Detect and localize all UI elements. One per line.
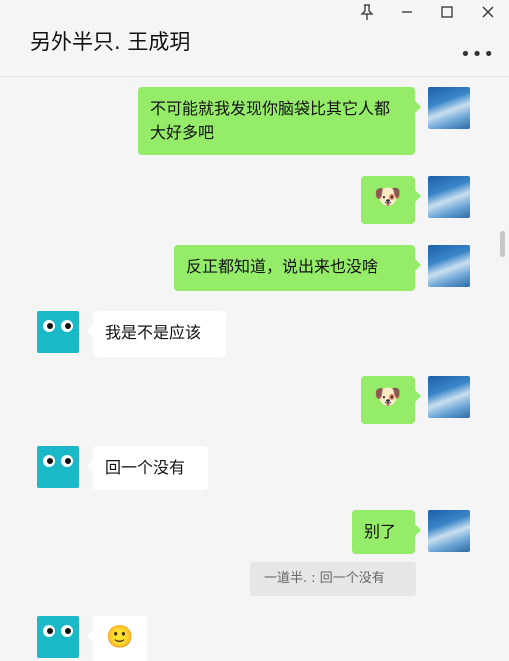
message-bubble-outgoing[interactable]: 反正都知道，说出来也没啥 (174, 245, 421, 291)
contact-avatar[interactable] (37, 311, 79, 353)
message-bubble-incoming[interactable]: 我是不是应该 (87, 311, 226, 357)
chat-title: 另外半只. 王成玥 (30, 30, 191, 54)
message-text: 回一个没有 (105, 458, 186, 477)
doge-sticker-icon: 🐶 (374, 385, 402, 410)
smile-emoji-icon: 🙂 (106, 625, 134, 650)
my-avatar[interactable] (428, 176, 470, 218)
message-bubble-incoming[interactable]: 回一个没有 (87, 446, 208, 490)
chat-header: 另外半只. 王成玥 ••• (0, 0, 509, 77)
quoted-message[interactable]: 一道半. : 回一个没有 (250, 562, 416, 596)
message-text: 我是不是应该 (105, 323, 202, 342)
my-avatar[interactable] (428, 245, 470, 287)
message-text: 不可能就我发现你脑袋比其它人都大好多吧 (150, 99, 391, 142)
my-avatar[interactable] (428, 376, 470, 418)
message-bubble-outgoing[interactable]: 别了 (352, 510, 421, 554)
scrollbar-thumb[interactable] (500, 231, 505, 257)
message-bubble-outgoing[interactable]: 🐶 (361, 176, 421, 224)
contact-avatar[interactable] (37, 616, 79, 658)
doge-sticker-icon: 🐶 (374, 185, 402, 210)
contact-avatar[interactable] (37, 446, 79, 488)
message-bubble-outgoing[interactable]: 🐶 (361, 376, 421, 424)
maximize-icon[interactable] (435, 4, 459, 26)
minimize-icon[interactable] (395, 4, 419, 26)
message-text: 反正都知道，说出来也没啥 (186, 257, 379, 276)
message-text: 别了 (364, 522, 397, 541)
message-bubble-incoming[interactable]: 🙂 (87, 616, 147, 661)
my-avatar[interactable] (428, 87, 470, 129)
pin-icon[interactable] (355, 4, 379, 26)
my-avatar[interactable] (428, 510, 470, 552)
message-list[interactable]: 不可能就我发现你脑袋比其它人都大好多吧 🐶 反正都知道，说出来也没啥 我是不是应… (0, 77, 509, 661)
message-bubble-outgoing[interactable]: 不可能就我发现你脑袋比其它人都大好多吧 (138, 87, 421, 155)
quote-text: 一道半. : 回一个没有 (264, 571, 385, 586)
close-icon[interactable] (476, 4, 500, 26)
more-icon[interactable]: ••• (460, 44, 495, 65)
